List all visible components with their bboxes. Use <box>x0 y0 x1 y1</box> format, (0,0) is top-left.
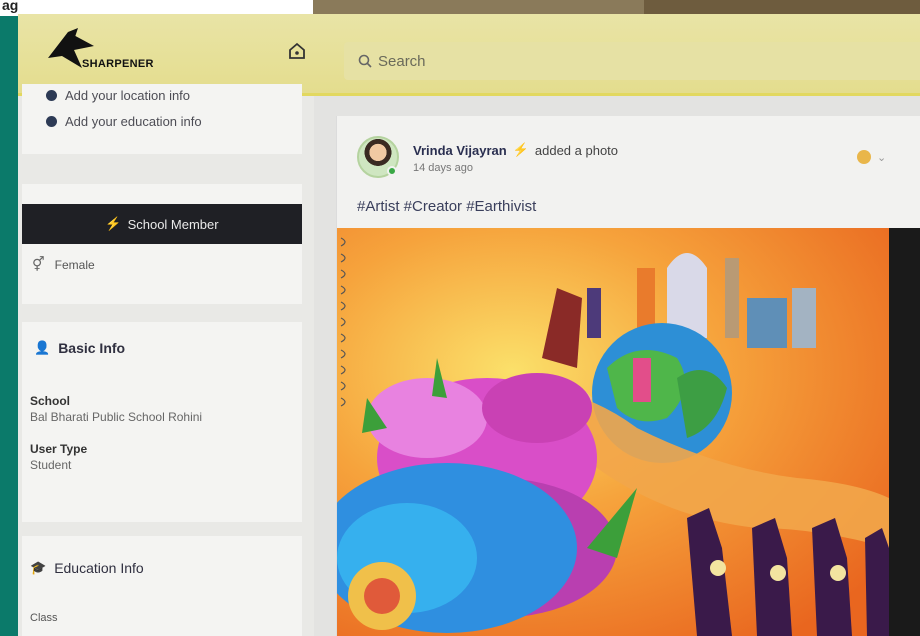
gender-row: ⚥ Female <box>32 256 95 273</box>
plus-circle-icon <box>46 115 57 127</box>
badge-label: School Member <box>127 216 219 232</box>
plus-circle-icon <box>46 89 57 101</box>
membership-card <box>22 184 302 304</box>
education-info-title: 🎓 Education Info <box>30 560 144 576</box>
author-name[interactable]: Vrinda Vijayran <box>413 143 507 158</box>
add-location-link[interactable]: Add your location info <box>22 84 302 106</box>
post-photo[interactable] <box>337 228 920 636</box>
add-education-label: Add your education info <box>65 113 202 129</box>
reaction-icon <box>857 150 871 164</box>
search-input[interactable] <box>378 52 778 70</box>
post-time[interactable]: 14 days ago <box>413 162 473 174</box>
gender-icon: ⚥ <box>32 256 45 272</box>
online-status-dot <box>387 166 397 176</box>
school-member-badge: ⚡ School Member <box>22 204 302 244</box>
profile-info-card: Add your location info Add your educatio… <box>22 84 302 154</box>
user-type-value: Student <box>30 458 72 472</box>
education-info-card: 🎓 Education Info Class <box>22 536 302 636</box>
user-type-field: User Type Student <box>30 442 294 472</box>
user-type-label: User Type <box>30 442 88 456</box>
add-location-label: Add your location info <box>65 87 191 103</box>
class-label: Class <box>30 612 58 624</box>
school-label: School <box>30 394 71 408</box>
bolt-icon: ⚡ <box>512 142 529 157</box>
post-caption: #Artist #Creator #Earthivist <box>357 198 537 215</box>
feed-post: Vrinda Vijayran ⚡ added a photo 14 days … <box>336 116 920 636</box>
post-options-button[interactable]: ⌄ <box>857 150 886 164</box>
flower-drawing <box>337 373 617 633</box>
school-value: Bal Bharati Public School Rohini <box>30 410 203 424</box>
search-icon <box>358 54 372 68</box>
sharpener-logo[interactable]: SHARPENER <box>48 28 208 78</box>
profile-sidebar: Add your location info Add your educatio… <box>22 84 302 636</box>
home-button[interactable] <box>284 38 310 64</box>
screen: SHARPENER Add your location info <box>18 14 920 636</box>
basic-info-title: 👤 Basic Info <box>34 340 126 356</box>
user-icon: 👤 <box>34 340 51 355</box>
basic-info-card: 👤 Basic Info School Bal Bharati Public S… <box>22 322 302 522</box>
post-action: added a photo <box>534 142 619 158</box>
post-author-line: Vrinda Vijayran ⚡ added a photo <box>413 142 618 158</box>
school-field: School Bal Bharati Public School Rohini <box>30 394 294 424</box>
home-icon <box>289 42 305 59</box>
search-bar[interactable] <box>344 42 920 80</box>
gender-value: Female <box>54 257 95 272</box>
logo-text: SHARPENER <box>82 58 154 70</box>
graduation-cap-icon: 🎓 <box>30 560 47 575</box>
chevron-down-icon: ⌄ <box>877 150 887 164</box>
add-education-link[interactable]: Add your education info <box>22 110 302 132</box>
bolt-icon: ⚡ <box>105 216 122 231</box>
